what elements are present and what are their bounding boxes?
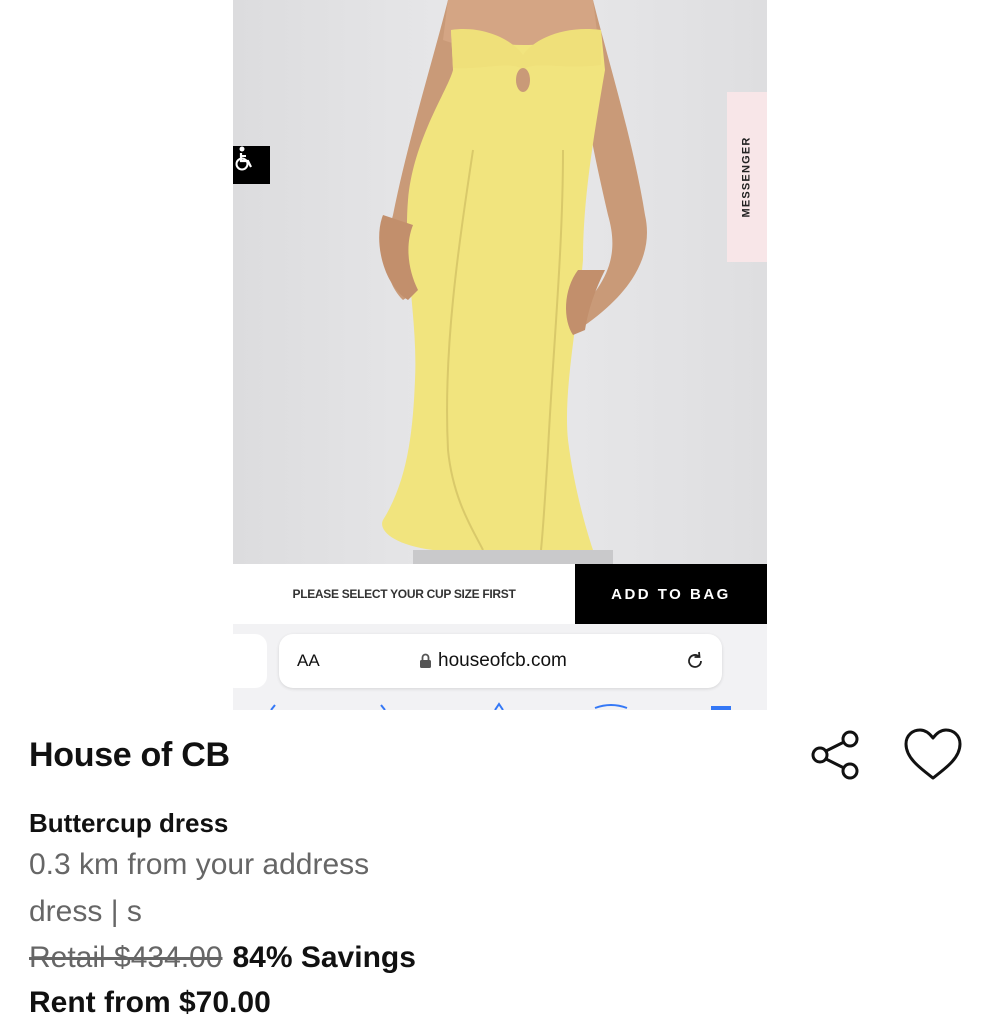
wheelchair-icon — [235, 146, 252, 171]
previous-tab[interactable] — [233, 634, 267, 688]
product-screenshot: MESSENGER PLEASE SELECT YOUR CUP SIZE FI… — [233, 0, 767, 710]
distance-text: 0.3 km from your address — [29, 848, 370, 881]
brand-name[interactable]: House of CB — [29, 736, 230, 775]
retail-price: Retail $434.00 — [29, 941, 223, 974]
browser-bar: AA houseofcb.com — [233, 624, 767, 710]
cta-bar: PLEASE SELECT YOUR CUP SIZE FIRST ADD TO… — [233, 564, 767, 624]
cup-size-prompt: PLEASE SELECT YOUR CUP SIZE FIRST — [292, 587, 516, 601]
add-to-bag-button[interactable]: ADD TO BAG — [575, 564, 767, 624]
price-row: Retail $434.00 84% Savings — [29, 941, 416, 975]
address-bar[interactable]: AA houseofcb.com — [279, 634, 722, 688]
browser-toolbar-peek — [270, 702, 731, 710]
savings-badge: 84% Savings — [232, 941, 416, 974]
favorite-button[interactable] — [900, 726, 966, 784]
category-size: dress | s — [29, 895, 142, 928]
text-size-button[interactable]: AA — [297, 651, 320, 671]
model-in-dress-illustration — [379, 0, 647, 564]
messenger-tab[interactable]: MESSENGER — [727, 92, 767, 262]
lock-icon — [420, 653, 431, 668]
item-title: Buttercup dress — [29, 808, 229, 838]
heart-icon — [904, 728, 962, 780]
share-icon — [811, 730, 859, 780]
product-photo: MESSENGER — [233, 0, 767, 564]
url-display[interactable]: houseofcb.com — [419, 650, 567, 672]
rent-price: Rent from $70.00 — [29, 986, 271, 1019]
reload-icon[interactable] — [684, 650, 706, 672]
accessibility-button[interactable] — [233, 146, 270, 184]
share-button[interactable] — [806, 726, 864, 784]
